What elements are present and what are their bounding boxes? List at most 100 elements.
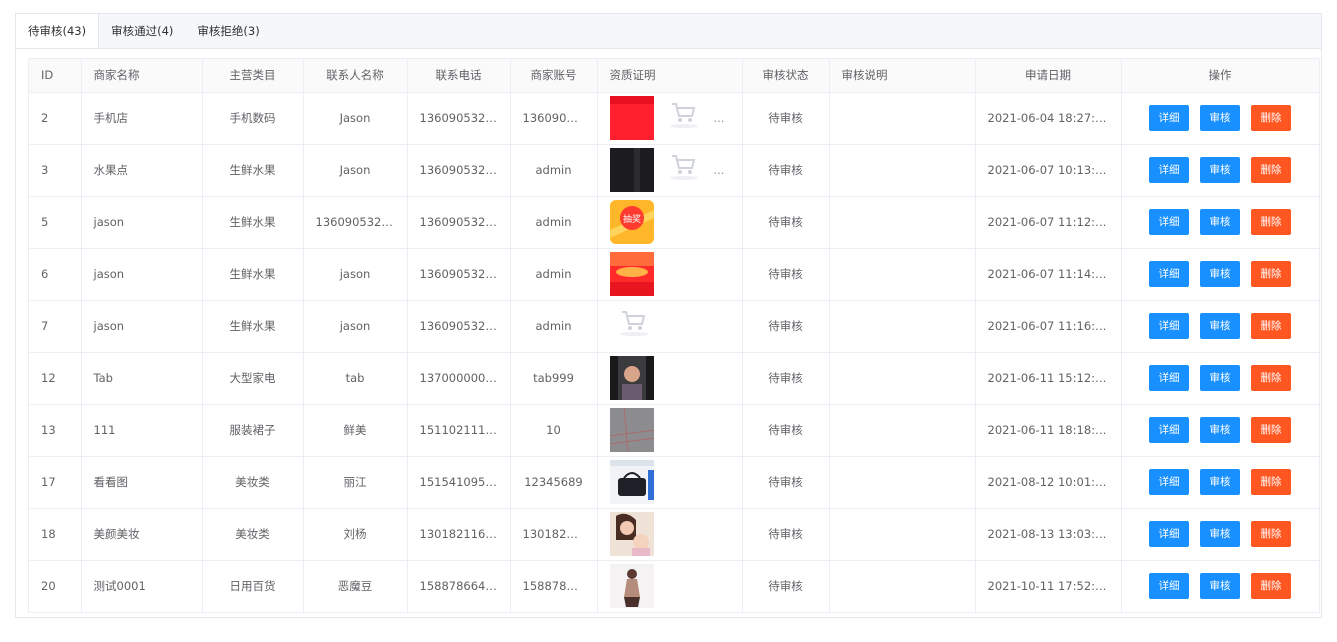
qualification-images[interactable]	[609, 564, 730, 608]
delete-button[interactable]: 删除	[1251, 105, 1291, 131]
cell-qualification	[597, 404, 743, 457]
table-body: 2 手机店 手机数码 Jason 13609053257 1360905...... 待审核…	[29, 92, 1320, 613]
col-header-apply-date: 申请日期	[975, 59, 1122, 93]
cell-account: admin	[510, 300, 598, 353]
tab-approved[interactable]: 审核通过(4)	[99, 15, 185, 48]
cell-review-note	[829, 560, 976, 613]
delete-button[interactable]: 删除	[1251, 417, 1291, 443]
table-row: 7 jason 生鲜水果 jason 13609053257 admin 待审核 2021-0…	[29, 300, 1320, 353]
cell-contact: jason	[303, 300, 408, 353]
detail-button[interactable]: 详细	[1149, 209, 1189, 235]
delete-button[interactable]: 删除	[1251, 209, 1291, 235]
bag-product-image	[609, 460, 654, 504]
review-button[interactable]: 审核	[1200, 209, 1240, 235]
review-button[interactable]: 审核	[1200, 573, 1240, 599]
col-header-contact: 联系人名称	[303, 59, 408, 93]
cell-category: 生鲜水果	[202, 144, 304, 197]
cell-qualification	[597, 560, 743, 613]
cart-placeholder-icon	[659, 148, 704, 192]
cell-contact: tab	[303, 352, 408, 405]
cell-account: admin	[510, 248, 598, 301]
cell-merchant-name: 美颜美妆	[81, 508, 203, 561]
detail-button[interactable]: 详细	[1149, 105, 1189, 131]
qualification-images[interactable]: ...	[609, 96, 730, 140]
cell-actions: 详细 审核 删除	[1121, 560, 1320, 613]
cell-qualification	[597, 248, 743, 301]
cell-account: admin	[510, 144, 598, 197]
detail-button[interactable]: 详细	[1149, 417, 1189, 443]
cell-actions: 详细 审核 删除	[1121, 300, 1320, 353]
more-images-indicator[interactable]: ...	[714, 111, 725, 125]
detail-button[interactable]: 详细	[1149, 261, 1189, 287]
tab-pending[interactable]: 待审核(43)	[16, 14, 100, 48]
cell-review-note	[829, 92, 976, 145]
review-button[interactable]: 审核	[1200, 469, 1240, 495]
cell-qualification	[597, 352, 743, 405]
review-button[interactable]: 审核	[1200, 105, 1240, 131]
review-button[interactable]: 审核	[1200, 157, 1240, 183]
detail-button[interactable]: 详细	[1149, 365, 1189, 391]
detail-button[interactable]: 详细	[1149, 157, 1189, 183]
review-button[interactable]: 审核	[1200, 261, 1240, 287]
cell-contact: 丽江	[303, 456, 408, 509]
table-row: 6 jason 生鲜水果 jason 13609053257 admin 待审核 2021-0…	[29, 248, 1320, 301]
cell-phone: 13700000000	[407, 352, 511, 405]
cell-merchant-name: jason	[81, 300, 203, 353]
delete-button[interactable]: 删除	[1251, 313, 1291, 339]
delete-button[interactable]: 删除	[1251, 573, 1291, 599]
cell-phone: 13609053257	[407, 92, 511, 145]
cell-status: 待审核	[742, 404, 830, 457]
more-images-indicator[interactable]: ...	[714, 163, 725, 177]
tab-rejected[interactable]: 审核拒绝(3)	[185, 15, 271, 48]
cell-account: 1588786...	[510, 560, 598, 613]
delete-button[interactable]: 删除	[1251, 365, 1291, 391]
detail-button[interactable]: 详细	[1149, 313, 1189, 339]
col-header-qualification: 资质证明	[597, 59, 743, 93]
cell-review-note	[829, 300, 976, 353]
cell-phone: 13609053257	[407, 300, 511, 353]
qualification-images[interactable]	[609, 304, 730, 348]
delete-button[interactable]: 删除	[1251, 261, 1291, 287]
cell-category: 美妆类	[202, 508, 304, 561]
cell-apply-date: 2021-06-11 18:18:34	[975, 404, 1122, 457]
cell-qualification	[597, 508, 743, 561]
cell-status: 待审核	[742, 196, 830, 249]
detail-button[interactable]: 详细	[1149, 521, 1189, 547]
cell-status: 待审核	[742, 456, 830, 509]
qualification-images[interactable]	[609, 356, 730, 400]
qualification-images[interactable]	[609, 512, 730, 556]
review-button[interactable]: 审核	[1200, 365, 1240, 391]
review-button[interactable]: 审核	[1200, 417, 1240, 443]
cell-merchant-name: 水果点	[81, 144, 203, 197]
delete-button[interactable]: 删除	[1251, 469, 1291, 495]
cell-id: 3	[29, 144, 82, 197]
col-header-review-note: 审核说明	[829, 59, 976, 93]
merchant-table: ID 商家名称 主营类目 联系人名称 联系电话 商家账号 资质证明 审核状态 审…	[29, 59, 1320, 613]
table-row: 12 Tab 大型家电 tab 13700000000 tab999 待审核 2021-06-…	[29, 352, 1320, 405]
cell-id: 13	[29, 404, 82, 457]
review-button[interactable]: 审核	[1200, 313, 1240, 339]
delete-button[interactable]: 删除	[1251, 521, 1291, 547]
cell-apply-date: 2021-08-13 13:03:42	[975, 508, 1122, 561]
cell-id: 18	[29, 508, 82, 561]
qualification-images[interactable]: ...	[609, 148, 730, 192]
table-row: 17 看看图 美妆类 丽江 15154109586 12345689 待审核 2021-08-…	[29, 456, 1320, 509]
table-row: 20 测试0001 日用百货 恶魔豆 15887866460 1588786... 待审核 2…	[29, 560, 1320, 613]
cell-account: 1360905...	[510, 92, 598, 145]
col-header-status: 审核状态	[742, 59, 830, 93]
table-header-row: ID 商家名称 主营类目 联系人名称 联系电话 商家账号 资质证明 审核状态 审…	[29, 59, 1320, 93]
portrait-photo	[609, 356, 654, 400]
qualification-images[interactable]	[609, 408, 730, 452]
qualification-images[interactable]: 抽奖	[609, 200, 730, 244]
col-header-actions: 操作	[1121, 59, 1320, 93]
cell-apply-date: 2021-06-07 11:14:51	[975, 248, 1122, 301]
delete-button[interactable]: 删除	[1251, 157, 1291, 183]
detail-button[interactable]: 详细	[1149, 469, 1189, 495]
detail-button[interactable]: 详细	[1149, 573, 1189, 599]
qualification-images[interactable]	[609, 252, 730, 296]
cell-status: 待审核	[742, 300, 830, 353]
review-button[interactable]: 审核	[1200, 521, 1240, 547]
qualification-images[interactable]	[609, 460, 730, 504]
cell-phone: 13609053257	[407, 248, 511, 301]
cell-actions: 详细 审核 删除	[1121, 352, 1320, 405]
